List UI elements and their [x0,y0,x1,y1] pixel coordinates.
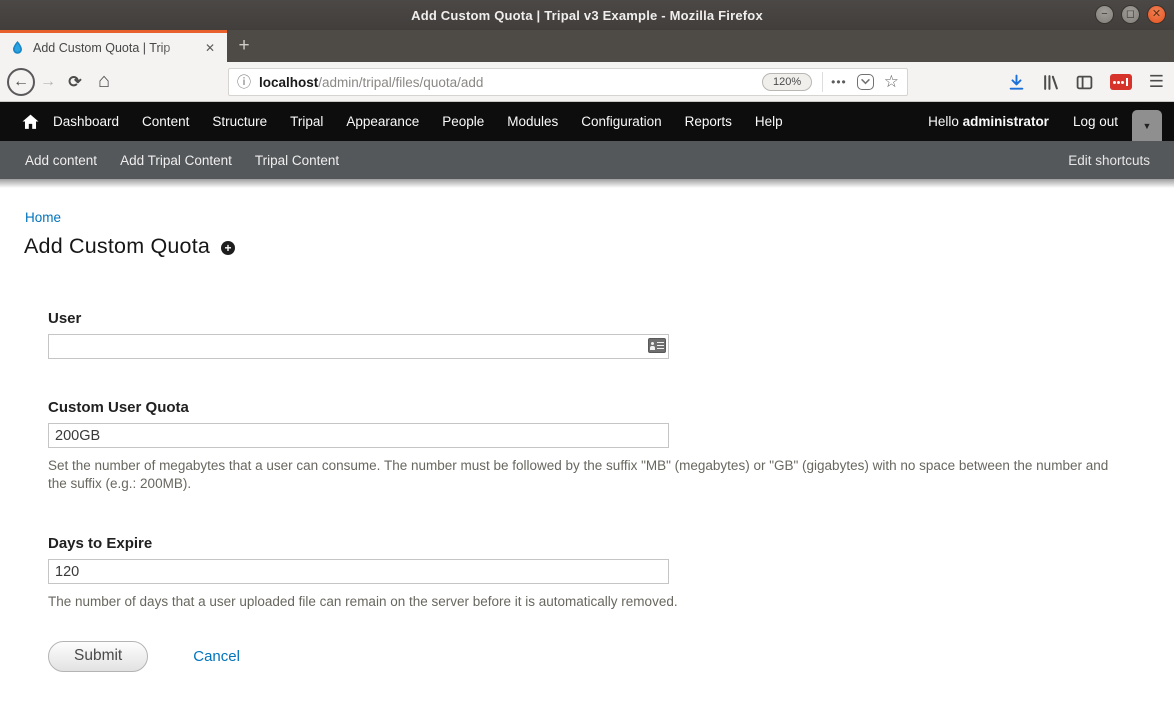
autocomplete-icon [648,338,666,353]
tab-title: Add Custom Quota | Trip [33,41,193,55]
user-input[interactable] [48,334,669,359]
user-form-item: User [48,310,1126,359]
tab-bar: Add Custom Quota | Trip ✕ + [0,30,1174,62]
library-icon[interactable] [1042,74,1059,91]
pocket-icon[interactable] [857,74,874,90]
browser-tab[interactable]: Add Custom Quota | Trip ✕ [0,30,227,62]
menu-item-reports[interactable]: Reports [685,114,732,129]
shortcut-tripal-content[interactable]: Tripal Content [255,153,339,168]
menu-item-dashboard[interactable]: Dashboard [53,114,119,129]
user-greeting: Hello administrator [928,114,1049,129]
help-plus-circle-icon[interactable]: + [221,241,235,255]
urlbar-divider [822,72,823,92]
shortcut-links: Add content Add Tripal Content Tripal Co… [25,153,339,168]
menu-item-appearance[interactable]: Appearance [346,114,419,129]
admin-menu: Dashboard Content Structure Tripal Appea… [53,114,783,129]
submit-button[interactable]: Submit [48,641,148,672]
edit-shortcuts-link[interactable]: Edit shortcuts [1068,153,1150,168]
downloads-icon[interactable] [1008,74,1025,91]
breadcrumb-home-link[interactable]: Home [25,210,61,225]
menu-item-tripal[interactable]: Tripal [290,114,323,129]
menu-item-content[interactable]: Content [142,114,189,129]
lastpass-extension-icon[interactable] [1110,74,1132,90]
window-controls: − ◻ ✕ [1095,5,1166,24]
url-host: localhost [259,75,318,90]
shortcut-add-content[interactable]: Add content [25,153,97,168]
browser-toolbar: ← → ⟳ ⌂ ⓘ localhost/admin/tripal/files/q… [0,62,1174,102]
window-titlebar[interactable]: Add Custom Quota | Tripal v3 Example - M… [0,0,1174,30]
expire-form-item: Days to Expire The number of days that a… [48,535,1126,611]
cancel-link[interactable]: Cancel [193,648,240,665]
url-path: /admin/tripal/files/quota/add [318,75,483,90]
main-content: User Custom User Quota Set the number of… [0,271,1174,724]
url-bar[interactable]: ⓘ localhost/admin/tripal/files/quota/add… [228,68,908,96]
drupal-favicon-icon [10,40,25,55]
menu-item-configuration[interactable]: Configuration [581,114,661,129]
back-button[interactable]: ← [7,68,35,96]
page-actions-icon[interactable]: ••• [831,75,847,89]
drupal-admin-toolbar: Dashboard Content Structure Tripal Appea… [0,102,1174,141]
site-info-icon[interactable]: ⓘ [237,72,251,92]
menu-item-structure[interactable]: Structure [212,114,267,129]
admin-toolbar-right: Hello administrator Log out [928,114,1118,129]
expire-description: The number of days that a user uploaded … [48,593,1126,611]
menu-hamburger-icon[interactable]: ☰ [1149,72,1164,92]
zoom-level-indicator[interactable]: 120% [762,73,812,91]
quota-input[interactable] [48,423,669,448]
shortcuts-bar: Add content Add Tripal Content Tripal Co… [0,141,1174,179]
toolbar-orientation-toggle[interactable]: ▼ [1132,110,1162,141]
menu-item-help[interactable]: Help [755,114,783,129]
page-title-row: Add Custom Quota + [24,234,235,259]
quota-description: Set the number of megabytes that a user … [48,457,1126,492]
menu-item-people[interactable]: People [442,114,484,129]
quota-form-item: Custom User Quota Set the number of mega… [48,399,1126,492]
quota-label: Custom User Quota [48,399,1126,416]
reload-button[interactable]: ⟳ [61,72,89,92]
username: administrator [963,114,1049,129]
page-header-region: Home Add Custom Quota + [0,179,1174,271]
breadcrumb: Home [25,210,61,225]
expire-label: Days to Expire [48,535,1126,552]
bookmark-star-icon[interactable]: ☆ [884,72,899,92]
caret-down-icon: ▼ [1143,121,1152,131]
shortcut-add-tripal-content[interactable]: Add Tripal Content [120,153,232,168]
menu-item-modules[interactable]: Modules [507,114,558,129]
forward-button: → [35,73,61,91]
logout-link[interactable]: Log out [1073,114,1118,129]
drupal-home-icon[interactable] [22,114,39,130]
user-label: User [48,310,1126,327]
tab-close-icon[interactable]: ✕ [201,39,219,57]
form-actions: Submit Cancel [48,641,1126,672]
maximize-button[interactable]: ◻ [1121,5,1140,24]
expire-input[interactable] [48,559,669,584]
new-tab-button[interactable]: + [227,30,261,62]
browser-home-button[interactable]: ⌂ [89,70,119,93]
page-title: Add Custom Quota [24,234,210,259]
minimize-button[interactable]: − [1095,5,1114,24]
close-button[interactable]: ✕ [1147,5,1166,24]
toolbar-right-icons: ☰ [1008,62,1164,102]
window-title: Add Custom Quota | Tripal v3 Example - M… [411,8,763,23]
url-text[interactable]: localhost/admin/tripal/files/quota/add [259,75,762,90]
sidebar-toggle-icon[interactable] [1076,74,1093,91]
header-shadow [0,179,1174,188]
